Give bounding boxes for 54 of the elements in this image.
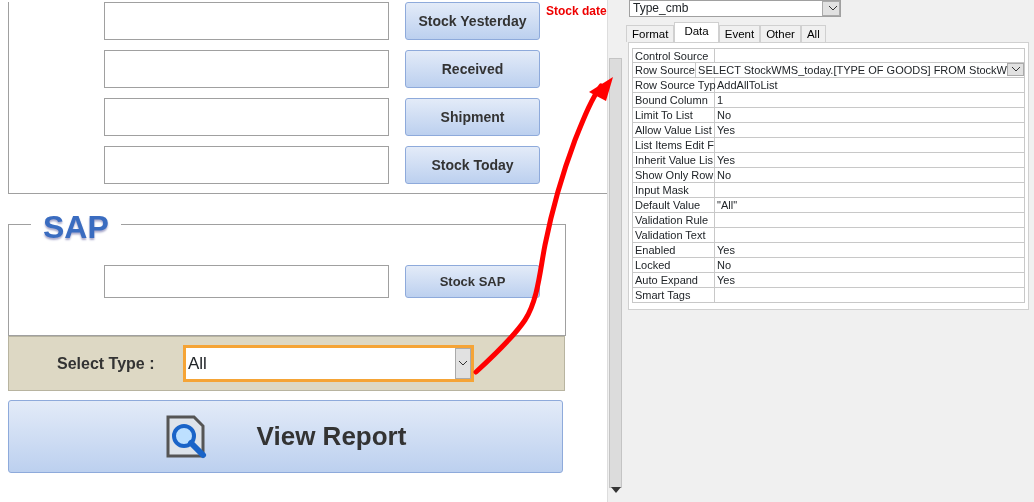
property-tab[interactable]: Other xyxy=(760,25,801,42)
text-field[interactable] xyxy=(104,265,389,298)
caret-icon xyxy=(828,6,837,11)
property-name: Show Only Row xyxy=(632,168,715,182)
property-name: Input Mask xyxy=(632,183,715,197)
scrollbar-thumb[interactable] xyxy=(609,58,622,488)
select-type-label: Select Type : xyxy=(57,353,156,374)
property-name: Control Source xyxy=(632,49,715,62)
property-value[interactable]: SELECT StockWMS_today.[TYPE OF GOODS] FROM StockW xyxy=(696,63,1025,77)
property-name: Locked xyxy=(632,258,715,272)
view-report-button[interactable]: View Report xyxy=(8,400,563,473)
property-value[interactable]: No xyxy=(715,168,1025,182)
text-field[interactable] xyxy=(104,50,389,88)
caret-icon xyxy=(459,361,467,366)
property-name: List Items Edit F xyxy=(632,138,715,152)
caret-icon xyxy=(1011,67,1020,72)
property-name: Validation Text xyxy=(632,228,715,242)
property-name: Inherit Value Lis xyxy=(632,153,715,167)
property-name: Enabled xyxy=(632,243,715,257)
property-value[interactable]: Yes xyxy=(715,243,1025,257)
property-name: Smart Tags xyxy=(632,288,715,302)
property-name: Validation Rule xyxy=(632,213,715,227)
property-name: Allow Value List xyxy=(632,123,715,137)
property-value[interactable]: No xyxy=(715,108,1025,122)
property-tab[interactable]: Format xyxy=(626,25,675,42)
dropdown-button[interactable] xyxy=(1007,63,1024,76)
property-name: Bound Column xyxy=(632,93,715,107)
property-value[interactable]: No xyxy=(715,258,1025,272)
type-combo-box[interactable]: All xyxy=(183,345,474,382)
property-tab[interactable]: All xyxy=(800,25,826,42)
text-field[interactable] xyxy=(104,2,389,40)
action-button[interactable]: Shipment xyxy=(405,98,540,136)
action-button[interactable]: Stock Yesterday xyxy=(405,2,540,40)
property-value[interactable]: 1 xyxy=(715,93,1025,107)
action-button[interactable]: Stock SAP xyxy=(405,265,540,298)
property-value[interactable]: AddAllToList xyxy=(715,78,1025,92)
scroll-down-arrow-icon[interactable] xyxy=(611,487,621,493)
stock-date-label: Stock date xyxy=(546,3,607,20)
property-value[interactable]: "All" xyxy=(715,198,1025,212)
text-field[interactable] xyxy=(104,146,389,184)
property-tab[interactable]: Event xyxy=(718,25,761,42)
property-value[interactable]: Yes xyxy=(715,123,1025,137)
property-name: Default Value xyxy=(632,198,715,212)
text-field[interactable] xyxy=(104,98,389,136)
object-combo-box[interactable]: Type_cmb xyxy=(629,0,841,17)
property-name: Row Source xyxy=(632,63,697,77)
property-value[interactable]: Yes xyxy=(715,153,1025,167)
property-name: Row Source Typ xyxy=(632,78,715,92)
action-button[interactable]: Stock Today xyxy=(405,146,540,184)
action-button[interactable]: Received xyxy=(405,50,540,88)
property-value[interactable]: Yes xyxy=(715,273,1025,287)
property-tab[interactable]: Data xyxy=(674,22,719,42)
property-name: Auto Expand xyxy=(632,273,715,287)
property-name: Limit To List xyxy=(632,108,715,122)
